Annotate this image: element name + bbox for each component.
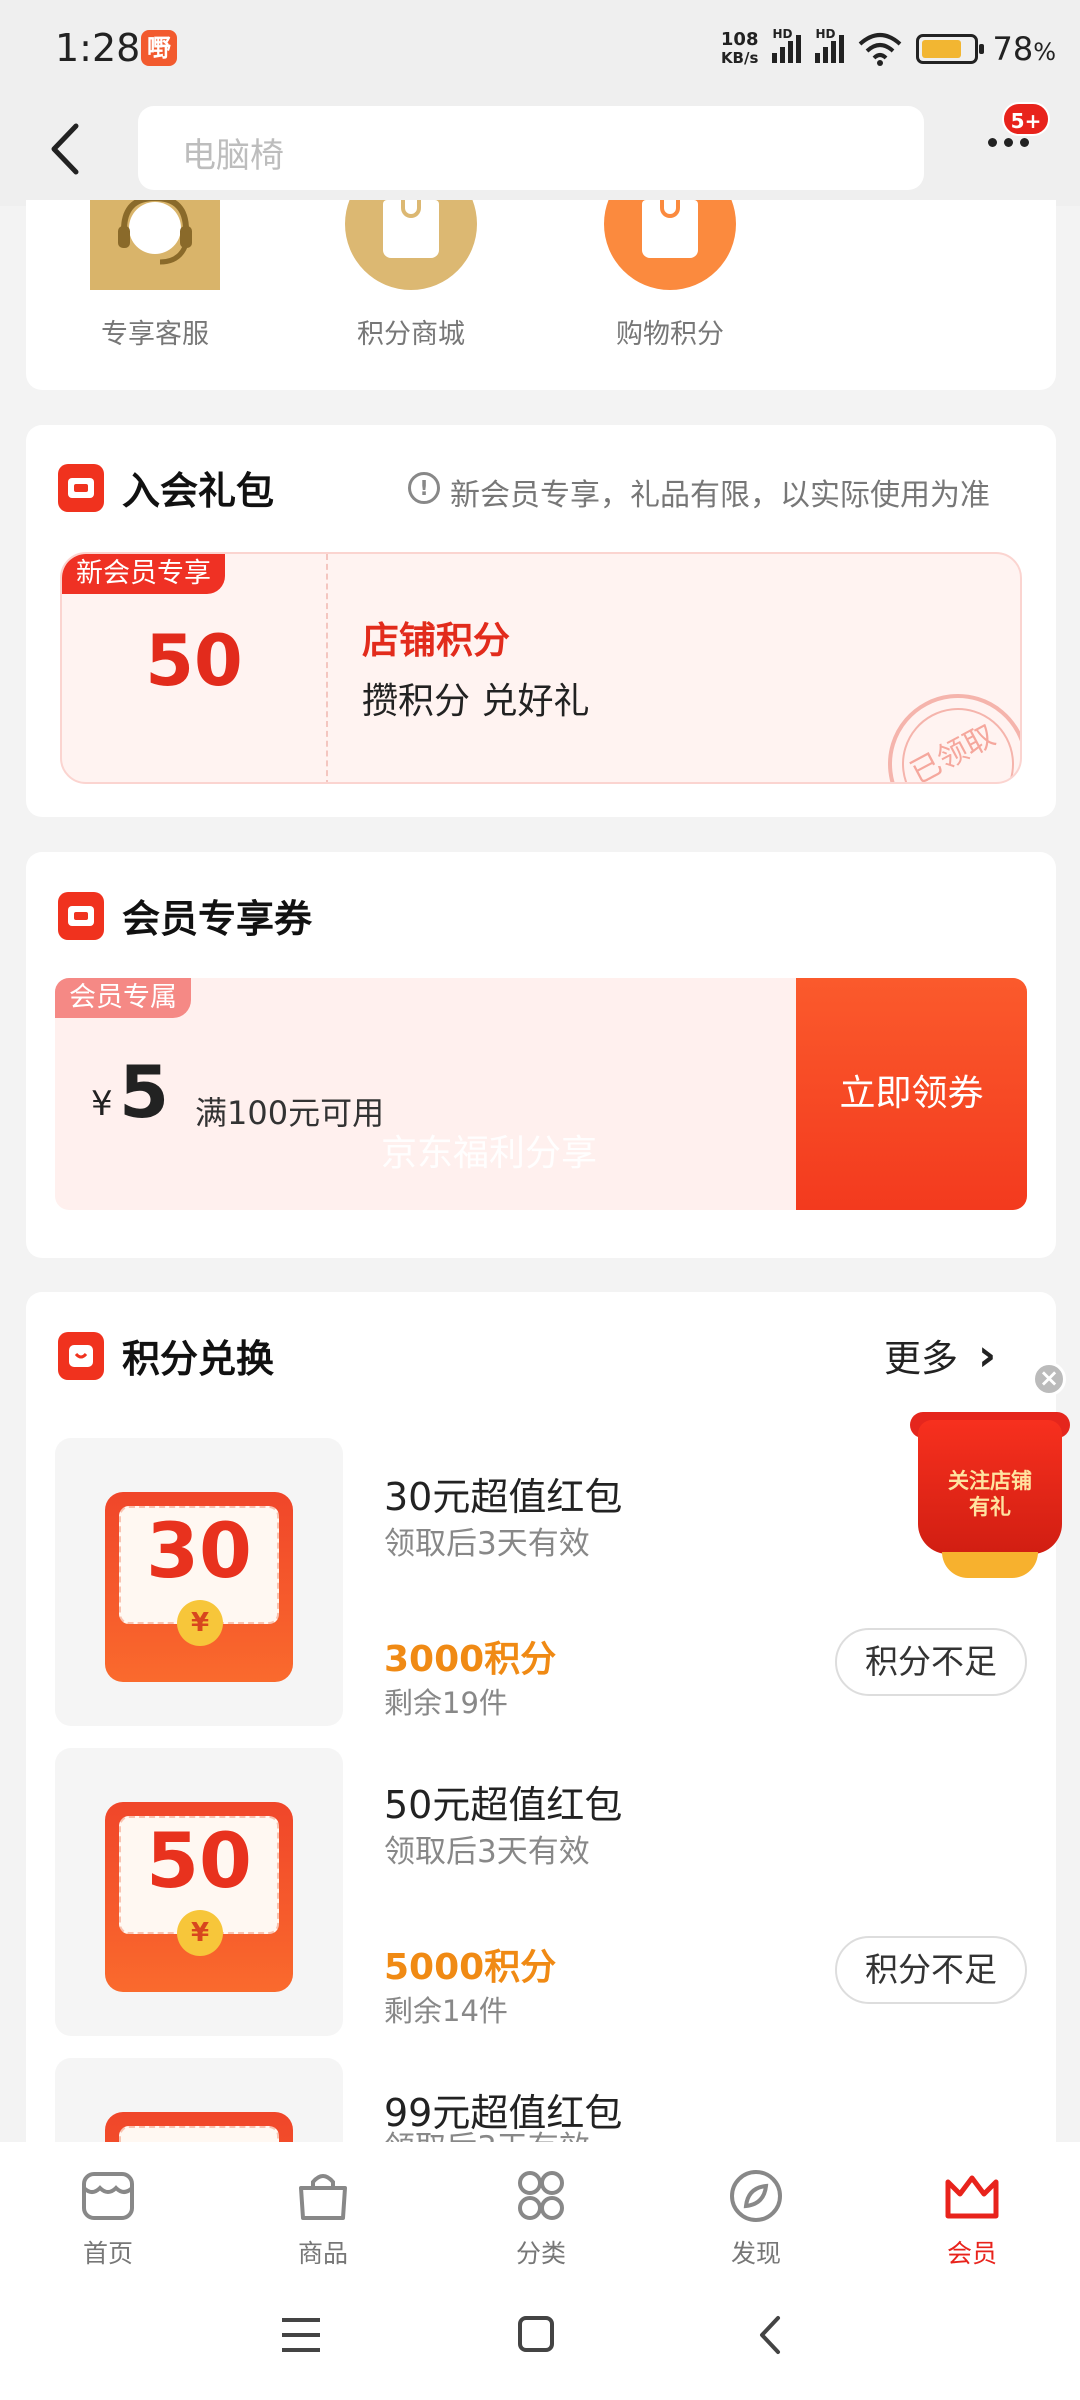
system-back-button[interactable] [754,2314,784,2356]
exchange-item-validity: 领取后3天有效 [384,1834,590,1870]
insufficient-points-button[interactable]: 积分不足 [835,1936,1027,2004]
info-icon: ! [408,472,440,504]
status-time: 1:28 [55,26,141,70]
gift-points-amount: 50 [145,620,243,702]
gift-package-title: 入会礼包 [122,469,275,513]
exchange-item-validity: 领取后3天有效 [384,2128,784,2142]
app-notification-icon: 嘢 [141,30,177,66]
exchange-item-points: 3000积分 [384,1639,557,1680]
promo-text-2: 有礼 [969,1495,1011,1519]
more-link[interactable]: 更多 › [884,1328,996,1382]
tab-discover[interactable]: 发现 [681,2168,831,2270]
battery-icon [916,34,985,64]
discover-icon [730,2170,782,2222]
coupon-condition: 满100元可用 [195,1094,385,1132]
shopping-points-icon[interactable] [604,200,736,290]
tab-label: 会员 [946,2239,997,2268]
red-envelope-icon: 30 ¥ [105,1492,293,1682]
home-button[interactable] [518,2316,554,2352]
signal-icon-2: HD [815,27,845,63]
customer-service-icon[interactable] [90,200,220,290]
tab-home[interactable]: 首页 [33,2168,183,2270]
points-exchange-title: 积分兑换 [122,1337,275,1381]
battery-percent: 78% [992,30,1056,68]
status-indicators: 108 KB/s HD HD 78% [720,27,1056,70]
coupon-icon [58,892,104,940]
tab-categories[interactable]: 分类 [466,2168,616,2270]
tab-products[interactable]: 商品 [248,2168,398,2270]
claimed-stamp: 已领取 [863,669,1020,782]
network-speed: 108 KB/s [720,29,759,68]
tab-label: 首页 [82,2239,133,2268]
coupon-amount: 5 [119,1050,170,1134]
signal-icon: HD [772,27,802,63]
red-envelope-icon: 50 ¥ [105,1802,293,1992]
tab-label: 商品 [297,2239,348,2268]
wifi-icon [859,33,902,66]
gift-package-notice: 新会员专享，礼品有限，以实际使用为准 [450,478,990,513]
exchange-item-remaining: 剩余14件 [384,1994,508,2028]
crown-icon [945,2175,999,2219]
points-exchange-card [26,1292,1056,2192]
exchange-icon [58,1332,104,1380]
close-promo-icon[interactable]: × [1032,1362,1066,1396]
follow-store-promo[interactable]: 关注店铺 有礼 [904,1412,1080,1592]
service-label-customer[interactable]: 专享客服 [55,312,255,351]
exchange-item-thumbnail[interactable]: 30 ¥ [55,1438,343,1726]
network-speed-value: 108 [720,29,759,50]
gift-package-icon [58,464,104,512]
claim-coupon-button[interactable]: 立即领券 [796,978,1027,1210]
tab-label: 发现 [730,2239,781,2268]
gift-points-ticket[interactable]: 新会员专享 50 店铺积分 攒积分 兑好礼 已领取 [60,552,1022,784]
member-coupon-ticket: 会员专属 ¥ 5 满100元可用 京东福利分享 立即领券 [55,978,1027,1210]
chevron-right-icon: › [978,1329,997,1381]
points-mall-icon[interactable] [345,200,477,290]
search-placeholder: 电脑椅 [182,136,284,176]
member-coupon-title: 会员专享券 [122,897,313,941]
more-label: 更多 [884,1337,958,1380]
yuan-coin-icon: ¥ [177,1600,223,1646]
exchange-item-title[interactable]: 50元超值红包 [384,1774,622,1829]
promo-text-1: 关注店铺 [948,1469,1032,1493]
service-label-mall[interactable]: 积分商城 [311,312,511,351]
red-envelope-icon [105,2112,293,2142]
network-speed-unit: KB/s [720,49,759,67]
storefront-icon [82,2172,134,2220]
yuan-coin-icon: ¥ [177,1910,223,1956]
exchange-item-thumbnail[interactable] [55,2058,343,2142]
member-exclusive-tag: 会员专属 [55,978,191,1018]
coupon-currency: ¥ [91,1084,113,1124]
exchange-item-title[interactable]: 30元超值红包 [384,1466,622,1521]
recent-apps-button[interactable] [282,2318,320,2352]
insufficient-points-button[interactable]: 积分不足 [835,1628,1027,1696]
new-member-tag: 新会员专享 [62,554,225,594]
gift-name: 店铺积分 [362,619,510,662]
bag-icon [299,2174,347,2220]
category-grid-icon [518,2171,564,2220]
exchange-item-thumbnail[interactable]: 50 ¥ [55,1748,343,2036]
message-count-badge: 5+ [1002,102,1050,136]
exchange-item-validity: 领取后3天有效 [384,1526,590,1562]
tab-label: 分类 [515,2239,566,2268]
back-button[interactable] [44,118,88,180]
tab-member[interactable]: 会员 [897,2168,1047,2270]
service-label-points[interactable]: 购物积分 [570,312,770,351]
exchange-item-points: 5000积分 [384,1947,557,1988]
watermark-text: 京东福利分享 [381,1133,598,1174]
exchange-item-remaining: 剩余19件 [384,1686,508,1720]
gift-desc: 攒积分 兑好礼 [362,681,590,722]
